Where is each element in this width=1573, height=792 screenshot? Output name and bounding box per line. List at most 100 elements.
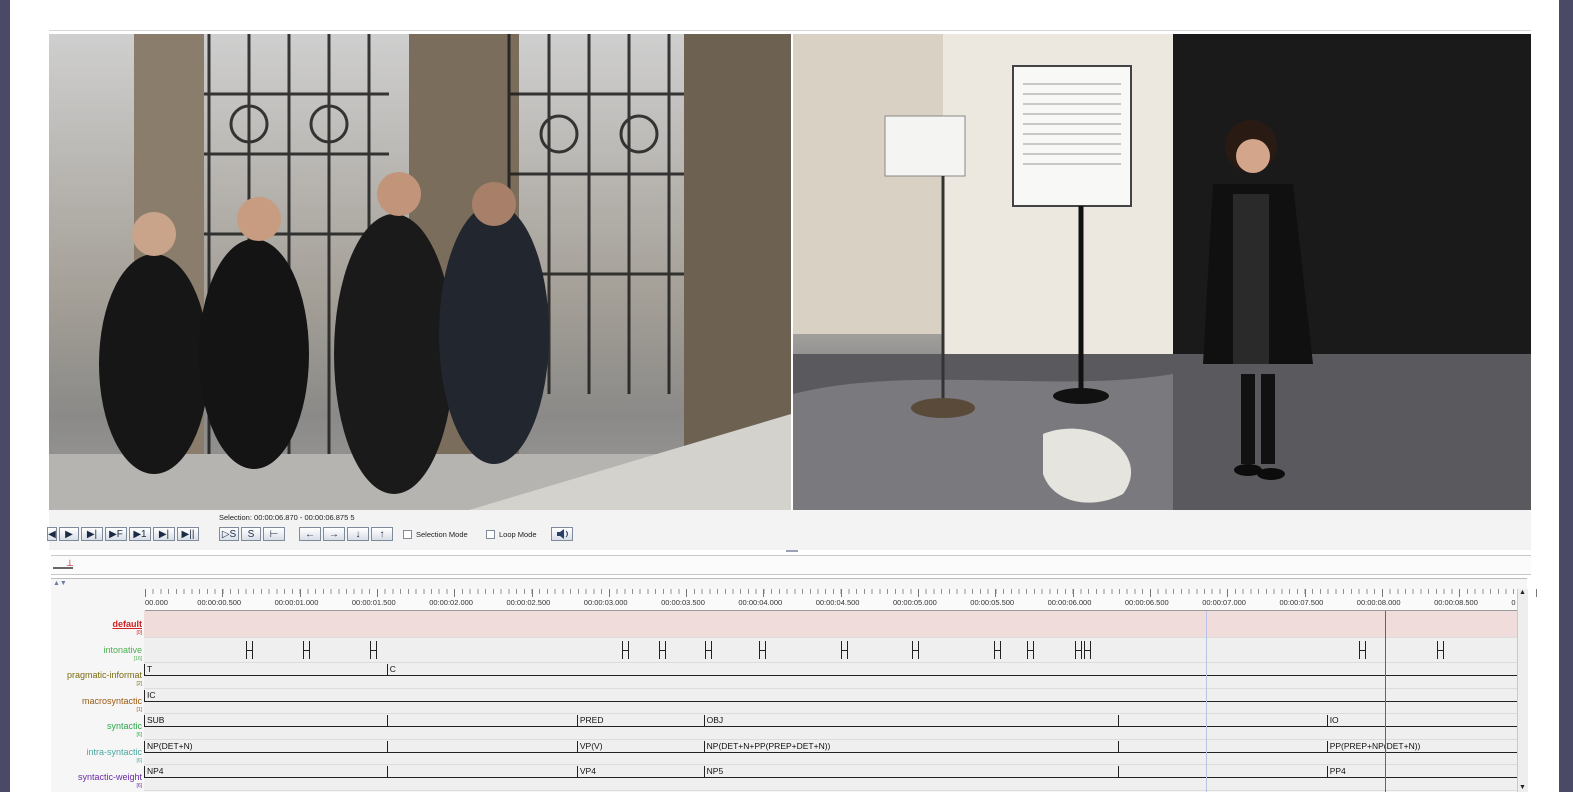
annotation-span[interactable] [703,751,1118,753]
annotation-boundary[interactable] [703,766,705,778]
intonative-boundary-mark[interactable] [759,640,767,659]
intonative-boundary-mark[interactable] [841,640,849,659]
annotation-span[interactable] [386,726,577,727]
annotation-span[interactable] [576,751,704,753]
split-pane-grip[interactable] [786,550,798,552]
play-selection-button[interactable]: ▷S [219,527,239,541]
annotation-boundary[interactable] [144,715,145,727]
annotation-boundary[interactable] [1326,740,1328,753]
annotation-span[interactable] [1326,777,1517,778]
annotation-boundary[interactable] [144,664,145,676]
tier-name-pragmatic-informat[interactable]: pragmatic-informat [67,670,142,680]
annotation-boundary[interactable] [386,766,388,778]
annotation-boundary[interactable] [144,766,145,778]
annotation-right-button[interactable]: → [323,527,345,541]
waveform-overview[interactable]: ⊥ [51,555,1531,575]
annotation-boundary[interactable] [144,689,145,702]
video-player-right[interactable] [793,34,1531,510]
annotation-label[interactable]: PP(PREP+NP(DET+N)) [1330,741,1421,751]
annotation-span[interactable] [1117,777,1327,778]
scroll-up-icon[interactable]: ▲ [1519,589,1526,596]
selection-mode-checkbox[interactable] [403,530,412,539]
annotation-boundary[interactable] [703,715,705,727]
annotation-boundary[interactable] [386,740,388,753]
tier-name-intonative[interactable]: intonative [103,645,142,655]
annotation-label[interactable]: PRED [580,715,604,725]
intonative-boundary-mark[interactable] [994,640,1002,659]
time-ruler[interactable]: 00.000 00:00:00.500 00:00:01.000 00:00:01.5… [145,589,1538,611]
intonative-boundary-mark[interactable] [369,640,377,659]
annotation-boundary[interactable] [703,740,705,753]
vertical-scrollbar[interactable]: ▲ ▼ [1517,589,1528,792]
annotation-span[interactable] [576,726,704,727]
tier-row-intra-syntactic[interactable]: NP(DET+N) VP(V) NP(DET+N+PP(PREP+DET+N)) PP… [144,738,1517,765]
annotation-label[interactable]: NP(DET+N+PP(PREP+DET+N)) [707,741,831,751]
annotation-boundary[interactable] [386,715,388,727]
tier-name-macrosyntactic[interactable]: macrosyntactic [82,696,142,706]
intonative-boundary-mark[interactable] [705,640,713,659]
annotation-boundary[interactable] [1326,766,1328,778]
annotation-span[interactable] [1326,726,1517,727]
annotation-span[interactable] [386,777,577,778]
annotation-boundary[interactable] [144,740,145,753]
annotation-label[interactable]: T [147,664,152,674]
annotation-label[interactable]: NP5 [707,766,724,776]
annotation-boundary[interactable] [386,664,388,676]
intonative-boundary-mark[interactable] [1026,640,1034,659]
annotation-label[interactable]: IO [1330,715,1339,725]
annotation-span[interactable] [386,675,1517,676]
annotation-label[interactable]: NP4 [147,766,164,776]
annotation-boundary[interactable] [576,740,578,753]
intonative-boundary-mark[interactable] [912,640,920,659]
annotation-span[interactable] [386,751,577,753]
annotation-boundary[interactable] [576,715,578,727]
intonative-boundary-mark[interactable] [1359,640,1367,659]
annotation-label[interactable]: OBJ [707,715,724,725]
tier-row-macrosyntactic[interactable]: IC [144,687,1517,714]
speaker-icon[interactable] [551,527,573,541]
annotation-timeline[interactable]: ▲▼ 00.000 00:00:00.500 00:00:01.000 00:00:0… [51,578,1538,792]
tier-row-syntactic[interactable]: SUB PRED OBJ IO [144,713,1517,740]
annotation-boundary[interactable] [1117,766,1119,778]
annotation-span[interactable] [144,675,387,676]
video-player-left[interactable] [49,34,791,510]
annotation-label[interactable]: VP4 [580,766,596,776]
next-boundary-button[interactable]: ▶| [153,527,175,541]
tier-name-syntactic[interactable]: syntactic [107,721,142,731]
intonative-boundary-mark[interactable] [1084,640,1092,659]
annotation-span[interactable] [144,751,387,753]
annotation-label[interactable]: PP4 [1330,766,1346,776]
annotation-span[interactable] [703,726,1118,727]
tier-row-syntactic-weight[interactable]: NP4 VP4 NP5 PP4 [144,764,1517,791]
intonative-boundary-mark[interactable] [1436,640,1444,659]
annotation-span[interactable] [576,777,704,778]
annotation-span[interactable] [144,726,387,727]
annotation-span[interactable] [144,700,1517,702]
clear-selection-button[interactable]: S [241,527,261,541]
go-to-begin-button[interactable]: ◀ [47,527,57,541]
tier-down-button[interactable]: ↓ [347,527,369,541]
go-to-end-button[interactable]: ▶|| [177,527,199,541]
step-one-button[interactable]: ▶1 [129,527,151,541]
intonative-boundary-mark[interactable] [246,640,254,659]
annotation-label[interactable]: C [390,664,396,674]
intonative-boundary-mark[interactable] [621,640,629,659]
tier-row-intonative[interactable] [144,636,1517,663]
scroll-down-icon[interactable]: ▼ [1519,784,1526,791]
annotation-boundary[interactable] [1117,715,1119,727]
loop-mode-checkbox[interactable] [486,530,495,539]
annotation-span[interactable] [144,777,387,778]
tier-row-pragmatic-informat[interactable]: TC [144,662,1517,689]
zoom-arrows-icon[interactable]: ▲▼ [53,580,67,587]
intonative-boundary-mark[interactable] [303,640,311,659]
tier-row-default[interactable] [144,611,1517,638]
play-next-button[interactable]: ▶| [81,527,103,541]
intonative-boundary-mark[interactable] [1074,640,1082,659]
annotation-boundary[interactable] [1117,740,1119,753]
selection-boundary-button[interactable]: ⊢ [263,527,285,541]
annotation-boundary[interactable] [576,766,578,778]
tier-name-intra-syntactic[interactable]: intra-syntactic [86,747,142,757]
annotation-label[interactable]: NP(DET+N) [147,741,193,751]
annotation-label[interactable]: SUB [147,715,164,725]
annotation-span[interactable] [1117,726,1327,727]
